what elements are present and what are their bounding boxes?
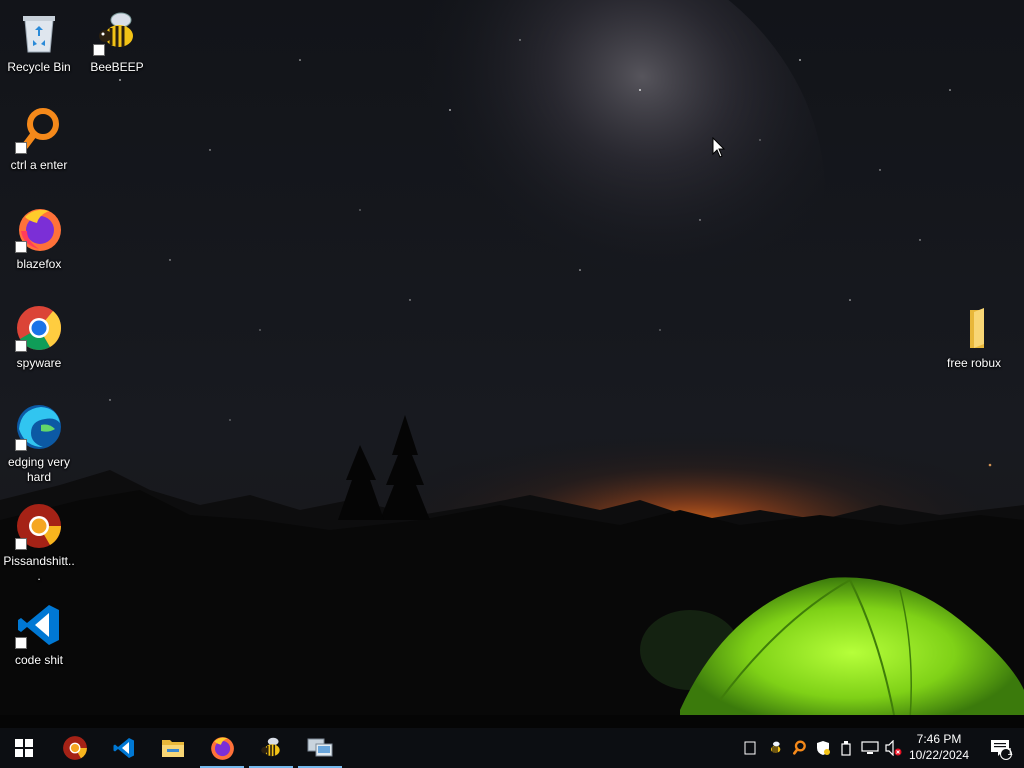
- start-button[interactable]: [0, 728, 48, 768]
- bee-icon: [261, 737, 280, 757]
- taskbar-chrome-canary[interactable]: [51, 728, 99, 768]
- shortcut-arrow-icon: [15, 241, 27, 253]
- desktop-icon-beebeep[interactable]: BeeBEEP: [78, 8, 156, 75]
- desktop-icon-label: ctrl a enter: [10, 158, 68, 172]
- remote-desktop-icon: [307, 738, 333, 757]
- bee-icon: [93, 8, 141, 56]
- security-icon: [817, 741, 830, 755]
- taskbar: 7:46 PM 10/22/2024 1: [0, 728, 1024, 768]
- desktop-icon-spyware[interactable]: spyware: [0, 304, 78, 371]
- taskbar-beebeep[interactable]: [247, 728, 295, 768]
- shortcut-arrow-icon: [15, 142, 27, 154]
- taskbar-firefox[interactable]: [198, 728, 246, 768]
- desktop-icon-blazefox[interactable]: blazefox: [0, 205, 78, 272]
- chrome-icon: [15, 304, 63, 352]
- tray-show-hidden[interactable]: [740, 728, 760, 768]
- shortcut-arrow-icon: [15, 538, 27, 550]
- desktop-icon-label: blazefox: [16, 257, 62, 271]
- desktop-icon-label: BeeBEEP: [90, 60, 144, 74]
- desktop-icon-ctrl-a-enter[interactable]: ctrl a enter: [0, 106, 78, 173]
- recycle-bin-icon: [15, 8, 63, 56]
- edge-icon: [15, 403, 63, 451]
- desktop-icon-code-shit[interactable]: code shit: [0, 601, 78, 668]
- tray-usb[interactable]: [836, 728, 856, 768]
- tray-search[interactable]: [788, 728, 810, 768]
- taskbar-clock[interactable]: 7:46 PM 10/22/2024: [902, 731, 976, 765]
- network-icon: [861, 741, 879, 754]
- clock-date: 10/22/2024: [908, 748, 970, 762]
- action-center-button[interactable]: 1: [980, 728, 1020, 768]
- show-hidden-icon: [744, 741, 756, 755]
- desktop-icon-recycle-bin[interactable]: Recycle Bin: [0, 8, 78, 75]
- mouse-cursor: [712, 137, 726, 158]
- search-tray-icon: [793, 740, 806, 755]
- firefox-icon: [211, 737, 234, 760]
- shortcut-arrow-icon: [93, 44, 105, 56]
- shortcut-arrow-icon: [15, 340, 27, 352]
- tray-volume[interactable]: [882, 728, 904, 768]
- usb-icon: [841, 741, 851, 756]
- desktop-icon-label: free robux: [946, 356, 1002, 370]
- shortcut-arrow-icon: [15, 637, 27, 649]
- desktop-icon-label: spyware: [16, 356, 62, 370]
- shortcut-arrow-icon: [15, 439, 27, 451]
- desktop-icon-label: edging very hard: [7, 455, 71, 484]
- desktop-icon-edging-very-hard[interactable]: edging very hard: [0, 403, 78, 485]
- bee-tray-icon: [771, 741, 781, 753]
- desktop[interactable]: Recycle Bin BeeBEEP ctrl a enter blazefo…: [0, 0, 1024, 728]
- vscode-icon: [15, 601, 63, 649]
- desktop-icon-label: code shit: [14, 653, 64, 667]
- chrome-canary-icon: [63, 736, 87, 760]
- desktop-icon-free-robux[interactable]: free robux: [935, 304, 1013, 371]
- taskbar-file-explorer[interactable]: [149, 728, 197, 768]
- windows-start-icon: [15, 739, 33, 757]
- taskbar-vscode[interactable]: [100, 728, 148, 768]
- tray-security[interactable]: [812, 728, 834, 768]
- chrome-canary-icon: [15, 502, 63, 550]
- vscode-icon: [113, 738, 134, 758]
- orange-search-icon: [15, 106, 63, 154]
- clock-time: 7:46 PM: [916, 732, 962, 746]
- tray-beebeep[interactable]: [764, 728, 786, 768]
- wallpaper: [0, 0, 1024, 728]
- folder-icon: [162, 740, 184, 757]
- firefox-icon: [15, 205, 63, 253]
- folder-icon: [950, 304, 998, 352]
- taskbar-remote-desktop[interactable]: [296, 728, 344, 768]
- tray-network[interactable]: [858, 728, 882, 768]
- notification-count: 1: [1007, 747, 1013, 758]
- desktop-icon-label: Recycle Bin: [7, 60, 71, 74]
- desktop-icon-pissandshitt[interactable]: Pissandshitt...: [0, 502, 78, 584]
- volume-muted-icon: [885, 740, 902, 756]
- desktop-icon-label: Pissandshitt...: [3, 554, 75, 583]
